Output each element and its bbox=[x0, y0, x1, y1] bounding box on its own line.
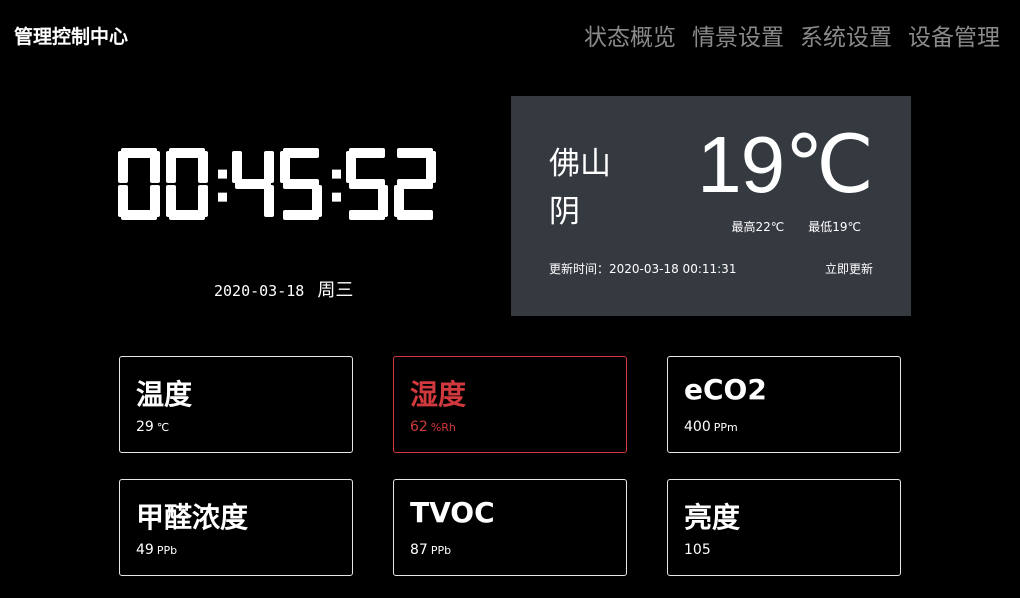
clock-segment bbox=[150, 151, 160, 183]
clock-segment bbox=[397, 179, 433, 189]
sensor-card-formaldehyde[interactable]: 甲醛浓度 49 PPb bbox=[119, 479, 353, 576]
clock-segment bbox=[349, 179, 385, 189]
clock-segment bbox=[235, 179, 271, 189]
sensor-unit: PPb bbox=[430, 544, 452, 557]
current-date: 2020-03-18 bbox=[214, 282, 305, 300]
sensor-card-humidity[interactable]: 湿度 62 %Rh bbox=[393, 356, 627, 453]
sensor-unit: PPm bbox=[713, 421, 738, 434]
sensor-card-brightness[interactable]: 亮度 105 bbox=[667, 479, 901, 576]
sensor-value-line: 62 %Rh bbox=[410, 419, 456, 435]
sensor-value-line: 105 bbox=[684, 542, 714, 558]
clock-digit bbox=[166, 148, 208, 220]
sensor-value: 29 bbox=[136, 419, 154, 435]
sensor-value: 49 bbox=[136, 542, 154, 558]
clock-segment bbox=[283, 210, 319, 220]
sensor-value: 105 bbox=[684, 542, 711, 558]
nav-item-status-overview[interactable]: 状态概览 bbox=[584, 18, 676, 52]
refresh-weather-button[interactable]: 立即更新 bbox=[825, 260, 873, 277]
nav-item-system-settings[interactable]: 系统设置 bbox=[800, 18, 892, 52]
sensor-label: eCO2 bbox=[684, 373, 767, 406]
clock-colon-dot bbox=[218, 192, 227, 202]
sensor-label: TVOC bbox=[410, 496, 495, 529]
app-title: 管理控制中心 bbox=[14, 26, 129, 48]
sensor-value-line: 49 PPb bbox=[136, 542, 177, 558]
sensor-label: 湿度 bbox=[410, 378, 467, 411]
top-nav: 状态概览 情景设置 系统设置 设备管理 bbox=[584, 18, 1000, 52]
clock-segment bbox=[264, 151, 274, 183]
clock-segment bbox=[394, 185, 404, 217]
sensor-card-temperature[interactable]: 温度 29 ℃ bbox=[119, 356, 353, 453]
clock-segment bbox=[346, 151, 356, 183]
weather-temperature: 19℃ bbox=[697, 120, 874, 209]
clock-segment bbox=[118, 151, 128, 183]
current-weekday: 周三 bbox=[317, 280, 354, 301]
clock-colon-dot bbox=[332, 192, 341, 202]
sensor-card-tvoc[interactable]: TVOC 87 PPb bbox=[393, 479, 627, 576]
date-line: 2020-03-18 周三 bbox=[214, 276, 353, 302]
clock-segment bbox=[349, 210, 385, 220]
clock-segment bbox=[232, 151, 242, 183]
sensor-value-line: 29 ℃ bbox=[136, 419, 169, 435]
clock-segment bbox=[426, 151, 436, 183]
sensor-label: 温度 bbox=[136, 378, 193, 411]
weather-panel: 佛山 阴 19℃ 最高22℃ 最低19℃ 更新时间：2020-03-18 00:… bbox=[511, 96, 911, 316]
weather-low: 最低19℃ bbox=[808, 220, 861, 234]
sensor-label: 甲醛浓度 bbox=[136, 501, 249, 534]
nav-item-scene-settings[interactable]: 情景设置 bbox=[692, 18, 784, 52]
sensor-card-eco2[interactable]: eCO2 400 PPm bbox=[667, 356, 901, 453]
sensor-value-line: 400 PPm bbox=[684, 419, 738, 435]
nav-item-device-management[interactable]: 设备管理 bbox=[908, 18, 1000, 52]
weather-update-time: 更新时间：2020-03-18 00:11:31 bbox=[549, 262, 737, 276]
sensor-label: 亮度 bbox=[684, 501, 741, 534]
digital-clock bbox=[108, 140, 468, 230]
sensor-unit: %Rh bbox=[430, 421, 456, 434]
sensor-value: 62 bbox=[410, 419, 428, 435]
sensor-unit: ℃ bbox=[156, 421, 170, 434]
clock-segment bbox=[283, 179, 319, 189]
clock-segment bbox=[166, 151, 176, 183]
weather-city: 佛山 bbox=[549, 146, 611, 182]
clock-digit bbox=[280, 148, 322, 220]
clock-segment bbox=[118, 185, 128, 217]
clock-digit bbox=[346, 148, 388, 220]
clock-segment bbox=[166, 185, 176, 217]
clock-digit bbox=[118, 148, 160, 220]
sensor-value: 87 bbox=[410, 542, 428, 558]
sensor-unit: PPb bbox=[156, 544, 178, 557]
digital-clock-display bbox=[118, 148, 436, 220]
weather-high: 最高22℃ bbox=[731, 220, 785, 234]
clock-digit bbox=[394, 148, 436, 220]
weather-high-low: 最高22℃ 最低19℃ bbox=[732, 218, 862, 235]
clock-segment bbox=[198, 151, 208, 183]
weather-condition: 阴 bbox=[549, 194, 580, 230]
clock-segment bbox=[280, 151, 290, 183]
sensor-value: 400 bbox=[684, 419, 711, 435]
clock-digit bbox=[232, 151, 274, 217]
clock-colon-dot bbox=[218, 169, 227, 179]
clock-colon-dot bbox=[332, 169, 341, 179]
sensor-value-line: 87 PPb bbox=[410, 542, 451, 558]
clock-segment bbox=[264, 185, 274, 217]
